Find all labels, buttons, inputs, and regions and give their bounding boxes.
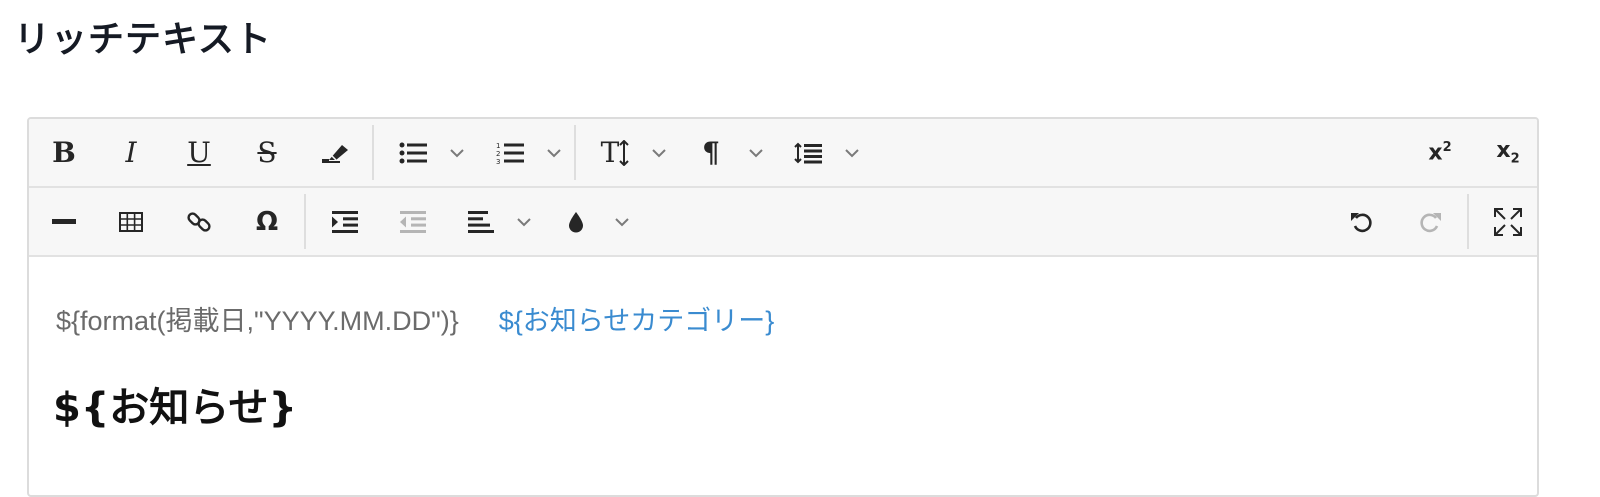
underline-icon: U [187,135,211,169]
outdent-icon [400,210,426,233]
eraser-icon [322,144,348,163]
align-button[interactable] [454,188,508,255]
table-button[interactable] [104,188,158,255]
chevron-down-icon [652,148,666,157]
category-template[interactable]: ${お知らせカテゴリー} [499,306,775,336]
horizontal-rule-button[interactable] [37,188,91,255]
omega-icon: Ω [255,206,279,237]
droplet-icon [569,211,583,232]
table-icon [119,211,143,232]
chevron-down-icon [749,148,763,157]
italic-button[interactable]: I [104,119,158,186]
strikethrough-icon: S [257,135,277,169]
special-char-button[interactable]: Ω [240,188,294,255]
subscript-icon: x2 [1496,138,1520,167]
chevron-down-icon [845,148,859,157]
clear-format-button[interactable] [308,119,362,186]
align-dropdown[interactable] [509,188,539,255]
bullet-list-dropdown[interactable] [442,119,472,186]
redo-button[interactable] [1403,188,1457,255]
paragraph-dropdown[interactable] [741,119,771,186]
fullscreen-button[interactable] [1481,188,1535,255]
toolbar-separator [1467,194,1469,249]
meta-line: ${format(掲載日,"YYYY.MM.DD")} ${お知らせカテゴリー} [56,299,774,338]
numbered-list-dropdown[interactable] [539,119,569,186]
chevron-down-icon [450,148,464,157]
bold-icon: B [52,135,76,169]
pilcrow-icon: ¶ [702,135,720,169]
font-size-dropdown[interactable] [644,119,674,186]
svg-text:1: 1 [496,142,500,150]
toolbar-row-1: B I U S 1 2 3 T ¶ x2 x2 [29,119,1537,186]
numbered-list-icon: 1 2 3 [496,142,524,165]
undo-icon [1351,212,1372,232]
link-icon [187,211,211,232]
toolbar-separator [304,194,306,249]
color-button[interactable] [549,188,603,255]
line-height-button[interactable] [781,119,835,186]
bullet-list-icon [399,142,427,163]
page-title: リッチテキスト [14,19,272,60]
headline-template: ${お知らせ} [53,385,297,431]
line-height-icon [794,142,822,163]
chevron-down-icon [615,217,629,226]
date-template: ${format(掲載日,"YYYY.MM.DD")} [56,306,459,336]
horizontal-rule-icon [52,218,76,224]
bullet-list-button[interactable] [386,119,440,186]
indent-button[interactable] [318,188,372,255]
toolbar-separator [372,125,374,180]
chevron-down-icon [547,148,561,157]
paragraph-button[interactable]: ¶ [684,119,738,186]
indent-icon [332,210,358,233]
line-height-dropdown[interactable] [837,119,867,186]
outdent-button[interactable] [386,188,440,255]
superscript-button[interactable]: x2 [1413,119,1467,186]
rich-text-editor: B I U S 1 2 3 T ¶ x2 x2 Ω ${format(掲載日,"… [27,117,1539,497]
font-size-button[interactable]: T [588,119,642,186]
superscript-icon: x2 [1428,139,1452,166]
strikethrough-button[interactable]: S [240,119,294,186]
editor-toolbar: B I U S 1 2 3 T ¶ x2 x2 Ω [29,119,1537,257]
toolbar-row-2: Ω [29,186,1537,255]
toolbar-separator [574,125,576,180]
bold-button[interactable]: B [37,119,91,186]
color-dropdown[interactable] [607,188,637,255]
redo-icon [1420,212,1441,232]
italic-icon: I [125,135,137,169]
fullscreen-icon [1494,207,1522,236]
numbered-list-button[interactable]: 1 2 3 [483,119,537,186]
chevron-down-icon [517,217,531,226]
subscript-button[interactable]: x2 [1481,119,1535,186]
align-left-icon [468,210,494,233]
svg-text:3: 3 [496,158,500,165]
font-size-icon: T [601,138,630,167]
underline-button[interactable]: U [172,119,226,186]
svg-text:2: 2 [496,150,500,158]
undo-button[interactable] [1335,188,1389,255]
link-button[interactable] [172,188,226,255]
